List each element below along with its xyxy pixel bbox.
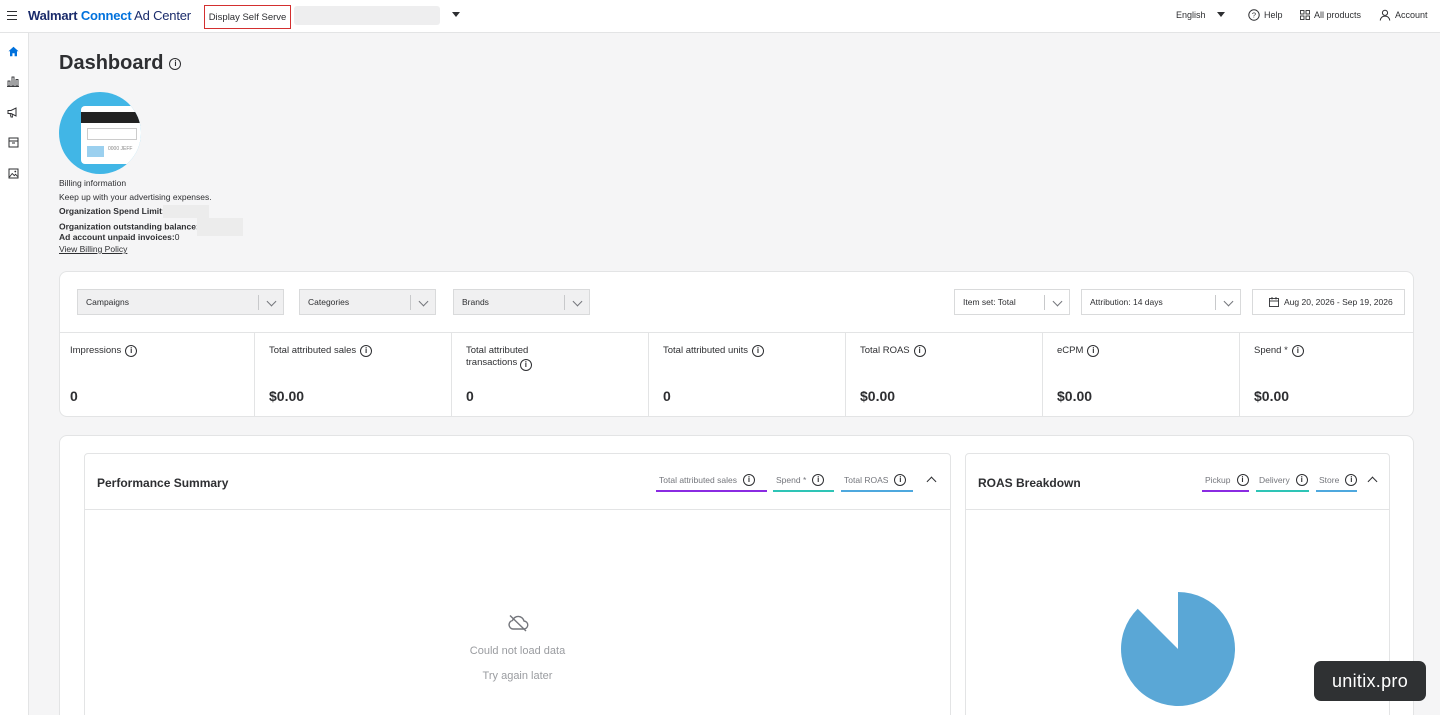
performance-summary-card: Performance Summary Total attributed sal… xyxy=(84,453,951,715)
info-icon[interactable]: i xyxy=(812,474,825,486)
date-range-picker[interactable]: Aug 20, 2026 - Sep 19, 2026 xyxy=(1252,289,1405,315)
top-bar: Walmart Connect Ad Center Display Self S… xyxy=(0,0,1440,33)
performance-summary-title: Performance Summary xyxy=(97,476,229,490)
info-icon[interactable]: i xyxy=(1345,474,1358,486)
collapse-icon[interactable] xyxy=(1367,476,1378,487)
legend-total-attributed-sales[interactable]: Total attributed sales i xyxy=(656,474,767,492)
sidebar-item-campaigns[interactable] xyxy=(6,105,20,119)
advertiser-dropdown-icon[interactable] xyxy=(452,12,460,17)
metric-impressions: Impressions i 0 xyxy=(60,333,255,417)
brands-filter[interactable]: Brands xyxy=(453,289,590,315)
info-icon[interactable]: i xyxy=(894,474,907,486)
info-icon[interactable]: i xyxy=(913,345,926,357)
unpaid-invoices: Ad account unpaid invoices:0 xyxy=(59,232,180,242)
menu-icon[interactable] xyxy=(7,11,17,20)
info-icon[interactable]: i xyxy=(169,57,182,70)
legend-spend[interactable]: Spend * i xyxy=(773,474,834,492)
main-content: Dashboard i 0000 JEFF Billing informatio… xyxy=(30,33,1440,715)
metric-total-roas: Total ROAS i $0.00 xyxy=(846,333,1043,417)
all-products-button[interactable]: All products xyxy=(1300,10,1361,20)
legend-delivery[interactable]: Delivery i xyxy=(1256,474,1309,492)
metrics-panel: Campaigns Categories Brands Item set: To… xyxy=(59,271,1414,417)
info-icon[interactable]: i xyxy=(752,345,765,357)
categories-filter[interactable]: Categories xyxy=(299,289,436,315)
error-hint: Try again later xyxy=(482,670,553,682)
legend-total-roas[interactable]: Total ROAS i xyxy=(841,474,913,492)
inventory-icon xyxy=(8,137,18,147)
performance-summary-header: Performance Summary Total attributed sal… xyxy=(85,454,950,510)
billing-description: Keep up with your advertising expenses. xyxy=(59,192,212,202)
collapse-icon[interactable] xyxy=(926,476,937,487)
chevron-down-icon xyxy=(418,296,429,307)
cloud-offline-icon xyxy=(508,614,529,632)
billing-illustration: 0000 JEFF xyxy=(59,92,141,174)
megaphone-icon xyxy=(7,106,17,117)
home-icon xyxy=(8,46,18,56)
legend-pickup[interactable]: Pickup i xyxy=(1202,474,1249,492)
charts-panel: Performance Summary Total attributed sal… xyxy=(59,435,1414,715)
pie-slice xyxy=(1121,592,1236,706)
chevron-down-icon xyxy=(1223,296,1234,307)
chevron-down-icon xyxy=(1052,296,1063,307)
image-icon xyxy=(8,168,18,178)
roas-pie-chart xyxy=(1121,592,1236,706)
help-button[interactable]: ? Help xyxy=(1248,9,1283,21)
language-selector[interactable]: English xyxy=(1176,10,1206,20)
advertiser-selector[interactable] xyxy=(294,6,440,25)
info-icon[interactable]: i xyxy=(1236,474,1249,486)
info-icon[interactable]: i xyxy=(1087,345,1100,357)
chevron-down-icon xyxy=(572,296,583,307)
roas-breakdown-title: ROAS Breakdown xyxy=(978,476,1081,490)
chevron-down-icon[interactable] xyxy=(1217,12,1225,17)
sidebar xyxy=(0,33,29,715)
brand-logo[interactable]: Walmart Connect Ad Center xyxy=(28,8,191,23)
attribution-select[interactable]: Attribution: 14 days xyxy=(1081,289,1241,315)
sidebar-item-home[interactable] xyxy=(6,44,20,58)
legend-store[interactable]: Store i xyxy=(1316,474,1358,492)
error-message: Could not load data xyxy=(469,645,566,657)
chevron-down-icon xyxy=(266,296,277,307)
item-set-select[interactable]: Item set: Total xyxy=(954,289,1070,315)
account-button[interactable]: Account xyxy=(1379,9,1428,21)
credit-card-icon: 0000 JEFF xyxy=(81,106,141,164)
info-icon[interactable]: i xyxy=(519,359,532,371)
metric-total-attributed-sales: Total attributed sales i $0.00 xyxy=(255,333,452,417)
roas-breakdown-header: ROAS Breakdown Pickup i Delivery i Store i xyxy=(966,454,1389,510)
page-title: Dashboard i xyxy=(59,52,182,75)
spend-limit: Organization Spend Limit: xyxy=(59,205,209,218)
product-selector[interactable]: Display Self Serve xyxy=(204,5,291,29)
bar-chart-icon xyxy=(7,76,19,87)
info-icon[interactable]: i xyxy=(125,345,138,357)
calendar-icon xyxy=(1269,297,1279,307)
metric-total-attributed-transactions: Total attributed transactions i 0 xyxy=(452,333,649,417)
metric-spend: Spend * i $0.00 xyxy=(1240,333,1413,417)
metrics-row: Impressions i 0 Total attributed sales i $… xyxy=(60,332,1413,417)
sidebar-item-items[interactable] xyxy=(6,135,20,149)
metric-total-attributed-units: Total attributed units i 0 xyxy=(649,333,846,417)
watermark: unitix.pro xyxy=(1314,661,1426,701)
sidebar-item-reports[interactable] xyxy=(6,74,20,88)
campaigns-filter[interactable]: Campaigns xyxy=(77,289,284,315)
billing-policy-link[interactable]: View Billing Policy xyxy=(59,244,127,254)
billing-label: Billing information xyxy=(59,178,127,188)
user-icon xyxy=(1379,9,1391,21)
info-icon[interactable]: i xyxy=(1295,474,1308,486)
grid-icon xyxy=(1300,10,1310,20)
info-icon[interactable]: i xyxy=(742,474,755,486)
info-icon[interactable]: i xyxy=(1291,345,1304,357)
help-icon: ? xyxy=(1248,9,1260,21)
info-icon[interactable]: i xyxy=(360,345,373,357)
metric-ecpm: eCPM i $0.00 xyxy=(1043,333,1240,417)
sidebar-item-assets[interactable] xyxy=(6,166,20,180)
svg-text:?: ? xyxy=(1252,11,1256,20)
